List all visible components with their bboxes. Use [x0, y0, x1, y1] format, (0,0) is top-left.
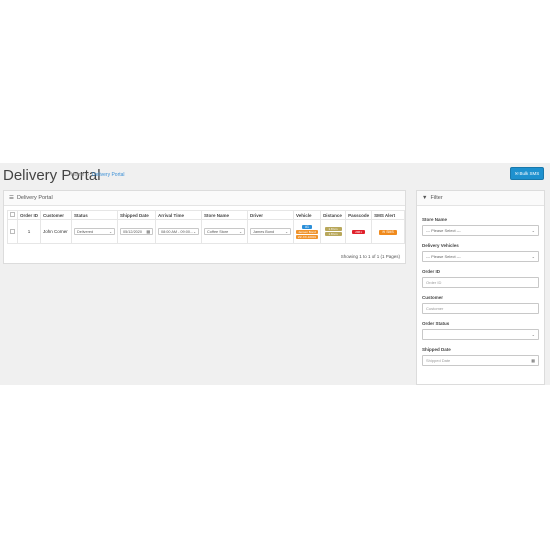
delivery-list-panel: ☰ Delivery Portal Order ID Customer Stat…: [3, 190, 406, 264]
list-icon: ☰: [9, 195, 14, 201]
col-order-id[interactable]: Order ID: [16, 210, 42, 220]
order-id-placeholder: Order ID: [426, 280, 442, 285]
comment-icon: ✉: [382, 229, 386, 234]
store-name-select[interactable]: --- Please Select --- ⌄: [422, 225, 539, 236]
driver-select[interactable]: James Bond ⌄: [250, 228, 292, 235]
vehicle-cell: #1 Jensen Bond ZZ-XX-10001: [293, 219, 322, 244]
table-header-row: Order ID Customer Status Shipped Date Ar…: [7, 210, 405, 220]
chevron-down-icon: ⌄: [193, 229, 197, 234]
pagination-summary: Showing 1 to 1 of 1 (1 Pages): [340, 254, 400, 259]
store-name-select[interactable]: Coffee Store ⌄: [204, 228, 246, 235]
chevron-down-icon: ⌄: [531, 254, 535, 259]
store-name-selected: --- Please Select ---: [426, 228, 461, 233]
distance-badge: 1.8 km: [324, 232, 342, 236]
shipped-date-input[interactable]: Shipped Date ▦: [422, 355, 539, 366]
order-status-select[interactable]: ⌄: [422, 329, 539, 340]
vehicle-driver-tag: Jensen Bond: [296, 229, 318, 234]
sms-alert-cell: ✉ SMS: [371, 219, 405, 244]
col-distance[interactable]: Distance: [320, 210, 347, 220]
breadcrumb-home[interactable]: Home: [71, 172, 84, 178]
delivery-vehicles-label: Delivery Vehicles: [422, 243, 459, 248]
col-status[interactable]: Status: [71, 210, 119, 220]
vehicle-badge[interactable]: #1: [302, 224, 312, 229]
delivery-table: Order ID Customer Status Shipped Date Ar…: [7, 210, 405, 244]
chevron-down-icon: ⌄: [109, 229, 113, 234]
col-passcode[interactable]: Passcode: [345, 210, 373, 220]
arrival-time-select[interactable]: 08:00 AM - 09:00... ⌄: [158, 228, 200, 235]
arrival-time-cell: 08:00 AM - 09:00... ⌄: [155, 219, 203, 244]
order-status-filter: Order Status ⌄: [422, 321, 539, 340]
col-store-name[interactable]: Store Name: [201, 210, 249, 220]
row-checkbox[interactable]: [10, 228, 15, 234]
driver-value: James Bond: [253, 229, 275, 234]
customer-input[interactable]: Customer: [422, 303, 539, 314]
filter-heading: ▼ Filter: [417, 191, 544, 206]
shipped-date-filter: Shipped Date Shipped Date ▦: [422, 347, 539, 366]
shipped-date-value: 05/12/2020: [123, 229, 143, 234]
comment-icon: ✉: [514, 170, 519, 176]
filter-icon: ▼: [422, 195, 428, 201]
order-id-filter: Order ID Order ID: [422, 269, 539, 288]
shipped-date-label: Shipped Date: [422, 347, 451, 352]
col-shipped-date[interactable]: Shipped Date: [117, 210, 157, 220]
customer-cell: John Corner: [40, 219, 73, 244]
customer-placeholder: Customer: [426, 306, 444, 311]
status-select[interactable]: Delivered ⌄: [74, 228, 116, 235]
passcode-cell: 2961: [345, 219, 373, 244]
order-id-input[interactable]: Order ID: [422, 277, 539, 288]
chevron-down-icon: ⌄: [531, 332, 535, 337]
col-arrival-time[interactable]: Arrival Time: [155, 210, 203, 220]
store-name-filter: Store Name --- Please Select --- ⌄: [422, 217, 539, 236]
filter-title: Filter: [430, 195, 443, 201]
distance-cell: 1.8 km 1.8 km: [320, 219, 347, 244]
filter-panel: ▼ Filter Store Name --- Please Select --…: [416, 190, 545, 385]
row-select-cell: [7, 219, 18, 244]
filter-body: Store Name --- Please Select --- ⌄ Deliv…: [417, 206, 544, 370]
delivery-vehicles-selected: --- Please Select ---: [426, 254, 461, 259]
store-name-value: Coffee Store: [207, 229, 229, 234]
col-driver[interactable]: Driver: [247, 210, 295, 220]
distance-badge: 1.8 km: [324, 227, 342, 231]
breadcrumb: Home › Delivery Portal: [71, 172, 125, 178]
breadcrumb-separator: ›: [87, 172, 90, 178]
page-canvas: Delivery Portal Home › Delivery Portal ✉…: [0, 163, 550, 385]
select-all-checkbox[interactable]: [10, 212, 15, 217]
calendar-icon[interactable]: ▦: [146, 229, 150, 234]
select-all-cell: [7, 210, 18, 220]
chevron-down-icon: ⌄: [285, 229, 289, 234]
customer-filter: Customer Customer: [422, 295, 539, 314]
delivery-vehicles-select[interactable]: --- Please Select --- ⌄: [422, 251, 539, 262]
arrival-time-value: 08:00 AM - 09:00...: [161, 229, 194, 234]
table-row: 1 John Corner Delivered ⌄ 05/12/2020 ▦ 0…: [7, 219, 405, 244]
col-sms-alert[interactable]: SMS Alert: [371, 210, 405, 220]
sms-label: SMS: [386, 229, 394, 234]
status-value: Delivered: [77, 229, 94, 234]
shipped-date-cell: 05/12/2020 ▦: [117, 219, 157, 244]
order-id-label: Order ID: [422, 269, 441, 274]
store-name-cell: Coffee Store ⌄: [201, 219, 249, 244]
panel-heading: ☰ Delivery Portal: [4, 191, 405, 206]
col-customer[interactable]: Customer: [40, 210, 73, 220]
panel-title: Delivery Portal: [16, 195, 53, 201]
breadcrumb-current[interactable]: Delivery Portal: [92, 172, 125, 178]
driver-cell: James Bond ⌄: [247, 219, 295, 244]
shipped-date-input[interactable]: 05/12/2020 ▦: [120, 228, 154, 235]
store-name-label: Store Name: [422, 217, 448, 222]
order-status-label: Order Status: [422, 321, 450, 326]
col-vehicle[interactable]: Vehicle: [293, 210, 322, 220]
sms-alert-button[interactable]: ✉ SMS: [379, 229, 397, 235]
status-cell: Delivered ⌄: [71, 219, 119, 244]
order-id-cell: 1: [16, 219, 42, 244]
bulk-sms-button[interactable]: ✉ Bulk SMS: [510, 167, 544, 180]
customer-label: Customer: [422, 295, 444, 300]
calendar-icon[interactable]: ▦: [531, 358, 535, 363]
delivery-vehicles-filter: Delivery Vehicles --- Please Select --- …: [422, 243, 539, 262]
chevron-down-icon: ⌄: [531, 228, 535, 233]
chevron-down-icon: ⌄: [239, 229, 243, 234]
passcode-badge: 2961: [352, 230, 365, 234]
bulk-sms-label: Bulk SMS: [519, 171, 540, 176]
vehicle-plate-tag: ZZ-XX-10001: [296, 234, 319, 239]
shipped-date-placeholder: Shipped Date: [426, 358, 451, 363]
